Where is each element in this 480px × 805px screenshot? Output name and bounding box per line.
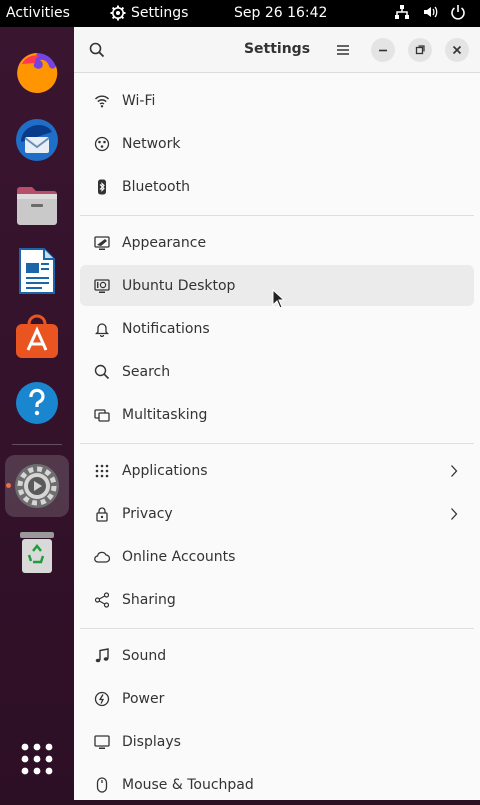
- separator: [80, 443, 474, 444]
- power-icon: [94, 691, 110, 707]
- activities-button[interactable]: Activities: [6, 5, 70, 21]
- dock-thunderbird[interactable]: [5, 109, 69, 171]
- sidebar-item-search[interactable]: Search: [80, 351, 474, 392]
- dock-libreoffice-writer[interactable]: [5, 240, 69, 302]
- settings-icon: [15, 464, 59, 508]
- trash-icon: [20, 532, 54, 573]
- volume-icon[interactable]: [422, 4, 438, 20]
- music-note-icon: [94, 647, 110, 664]
- sidebar-item-label: Appearance: [122, 234, 207, 251]
- sidebar-item-label: Notifications: [122, 320, 210, 337]
- settings-window: Settings Wi-Fi Network Bluetooth Appeara…: [74, 27, 480, 800]
- sidebar-item-label: Bluetooth: [122, 178, 190, 195]
- sidebar-item-label: Search: [122, 363, 171, 380]
- search-icon: [94, 364, 110, 380]
- hamburger-menu-icon: [337, 45, 349, 55]
- network-icon: [94, 136, 110, 152]
- sidebar-item-bluetooth[interactable]: Bluetooth: [80, 166, 474, 207]
- cloud-icon: [94, 549, 110, 565]
- gear-icon: [110, 5, 126, 21]
- close-button[interactable]: [445, 38, 469, 62]
- bluetooth-icon: [94, 179, 110, 195]
- top-bar: Activities Settings Sep 26 16:42: [0, 0, 480, 27]
- files-icon: [17, 187, 57, 225]
- multitasking-icon: [94, 407, 110, 423]
- sidebar-item-notifications[interactable]: Notifications: [80, 308, 474, 349]
- app-menu-label: Settings: [131, 5, 189, 21]
- app-grid-icon: [21, 743, 53, 775]
- mouse-pointer-icon: [272, 289, 286, 309]
- sidebar-item-network[interactable]: Network: [80, 123, 474, 164]
- dock-files[interactable]: [5, 175, 69, 237]
- dock-help[interactable]: [5, 372, 69, 434]
- sidebar-item-label: Mouse & Touchpad: [122, 776, 254, 793]
- thunderbird-icon: [16, 119, 58, 161]
- sidebar-item-power[interactable]: Power: [80, 678, 474, 719]
- sidebar-item-mouse-touchpad[interactable]: Mouse & Touchpad: [80, 764, 474, 805]
- dock-settings[interactable]: [5, 455, 69, 517]
- app-center-icon: [16, 314, 58, 358]
- sidebar-item-label: Power: [122, 690, 165, 707]
- sidebar-item-online-accounts[interactable]: Online Accounts: [80, 536, 474, 577]
- sidebar-item-privacy[interactable]: Privacy: [80, 493, 474, 534]
- wifi-icon: [94, 93, 110, 109]
- sidebar-item-label: Sharing: [122, 591, 176, 608]
- sidebar-item-sound[interactable]: Sound: [80, 635, 474, 676]
- sidebar-item-label: Network: [122, 135, 181, 152]
- sidebar-item-label: Online Accounts: [122, 548, 236, 565]
- restore-icon: [415, 45, 425, 55]
- lock-icon: [94, 506, 110, 522]
- applications-icon: [94, 463, 110, 479]
- sidebar-item-label: Displays: [122, 733, 181, 750]
- sidebar-item-wifi[interactable]: Wi-Fi: [80, 80, 474, 121]
- sidebar-item-label: Ubuntu Desktop: [122, 277, 236, 294]
- system-tray[interactable]: [394, 4, 466, 20]
- header-bar: Settings: [74, 27, 480, 73]
- main-menu-button[interactable]: [334, 41, 352, 59]
- show-apps-button[interactable]: [5, 728, 69, 790]
- app-menu[interactable]: Settings: [110, 5, 188, 21]
- separator: [80, 215, 474, 216]
- sidebar-item-sharing[interactable]: Sharing: [80, 579, 474, 620]
- firefox-icon: [17, 53, 58, 93]
- network-wired-icon[interactable]: [394, 4, 410, 20]
- sidebar-item-label: Sound: [122, 647, 167, 664]
- clock[interactable]: Sep 26 16:42: [234, 5, 327, 21]
- chevron-right-icon: [451, 507, 458, 520]
- sidebar-item-label: Wi-Fi: [122, 92, 156, 109]
- minimize-button[interactable]: [371, 38, 395, 62]
- bell-icon: [94, 321, 110, 337]
- dock-trash[interactable]: [5, 521, 69, 583]
- mouse-icon: [94, 776, 110, 793]
- display-icon: [94, 734, 110, 750]
- libreoffice-writer-icon: [19, 248, 55, 294]
- close-icon: [452, 45, 462, 55]
- chevron-right-icon: [451, 464, 458, 477]
- dock-firefox[interactable]: [5, 42, 69, 104]
- maximize-button[interactable]: [408, 38, 432, 62]
- share-icon: [94, 591, 110, 608]
- sidebar-item-label: Applications: [122, 462, 208, 479]
- sidebar-item-displays[interactable]: Displays: [80, 721, 474, 762]
- appearance-icon: [94, 235, 110, 251]
- ubuntu-desktop-icon: [94, 278, 110, 294]
- sidebar-item-appearance[interactable]: Appearance: [80, 222, 474, 263]
- dock-app-center[interactable]: [5, 306, 69, 368]
- sidebar-item-label: Multitasking: [122, 406, 208, 423]
- sidebar-item-label: Privacy: [122, 505, 173, 522]
- dock-separator: [12, 444, 62, 445]
- separator: [80, 628, 474, 629]
- minimize-icon: [379, 49, 387, 52]
- scrollbar[interactable]: [475, 77, 478, 777]
- power-menu-icon[interactable]: [450, 4, 466, 20]
- dock: [0, 27, 74, 800]
- sidebar-item-multitasking[interactable]: Multitasking: [80, 394, 474, 435]
- sidebar-item-applications[interactable]: Applications: [80, 450, 474, 491]
- help-icon: [16, 382, 58, 424]
